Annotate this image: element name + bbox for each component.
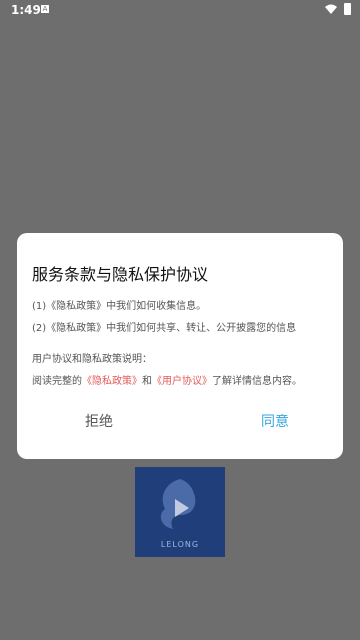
user-agreement-link[interactable]: 《用户协议》 [152, 376, 212, 387]
privacy-policy-link[interactable]: 《隐私政策》 [82, 376, 142, 387]
dialog-line-explain: 用户协议和隐私政策说明： [32, 354, 152, 365]
status-bar: 1:49 A [0, 0, 360, 20]
reject-button[interactable]: 拒绝 [39, 411, 159, 431]
read-prefix: 阅读完整的 [32, 376, 82, 387]
dialog-line-collect: (1)《隐私政策》中我们如何收集信息。 [32, 301, 207, 312]
dialog-line-read: 阅读完整的《隐私政策》和《用户协议》了解详情信息内容。 [32, 372, 302, 387]
read-suffix: 了解详情信息内容。 [212, 376, 302, 387]
status-time: 1:49 [11, 3, 41, 17]
battery-icon [344, 3, 351, 15]
app-logo: LELONG [135, 467, 225, 557]
read-and: 和 [142, 376, 152, 387]
wifi-icon [325, 4, 337, 14]
dialog-line-share: (2)《隐私政策》中我们如何共享、转让、公开披露您的信息 [32, 323, 297, 334]
app-notification-icon: A [41, 5, 49, 13]
logo-text: LELONG [160, 540, 200, 549]
dialog-title: 服务条款与隐私保护协议 [32, 265, 209, 284]
agree-button[interactable]: 同意 [215, 411, 335, 431]
privacy-dialog: 服务条款与隐私保护协议 (1)《隐私政策》中我们如何收集信息。 (2)《隐私政策… [17, 233, 343, 459]
